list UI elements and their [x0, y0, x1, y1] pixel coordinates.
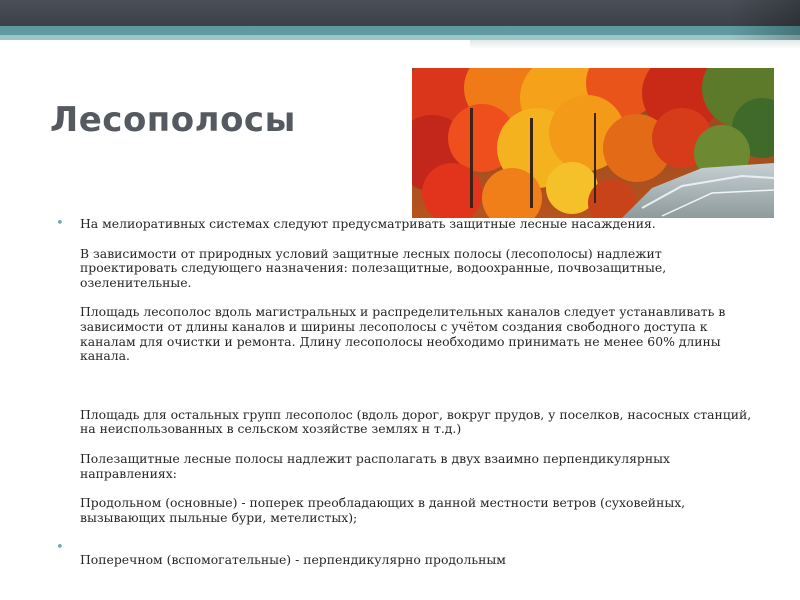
slide-body: • На мелиоративных системах следуют пред…	[56, 216, 756, 568]
paragraph: Продольном (основные) - поперек преоблад…	[80, 495, 686, 525]
autumn-forest-photo-icon	[412, 68, 774, 218]
bullet-icon: •	[56, 540, 64, 556]
header-bar-teal	[0, 26, 800, 35]
bullet-icon: •	[56, 216, 64, 231]
slide-title: Лесополосы	[50, 100, 296, 140]
header-shadow	[730, 0, 800, 40]
paragraph: В зависимости от природных условий защит…	[80, 245, 667, 290]
list-item: • Поперечном (вспомогательные) - перпенд…	[56, 541, 756, 568]
header-bar-fade	[470, 40, 800, 49]
header-bar-dark	[0, 0, 800, 26]
paragraph: На мелиоративных системах следуют предус…	[80, 216, 656, 231]
paragraph: Площадь лесополос вдоль магистральных и …	[80, 304, 726, 364]
paragraph: Площадь для остальных групп лесополос (в…	[80, 406, 752, 437]
list-item: • На мелиоративных системах следуют пред…	[56, 216, 756, 525]
paragraph: Полезащитные лесные полосы надлежит расп…	[80, 450, 670, 481]
paragraph: Поперечном (вспомогательные) - перпендик…	[80, 552, 506, 568]
